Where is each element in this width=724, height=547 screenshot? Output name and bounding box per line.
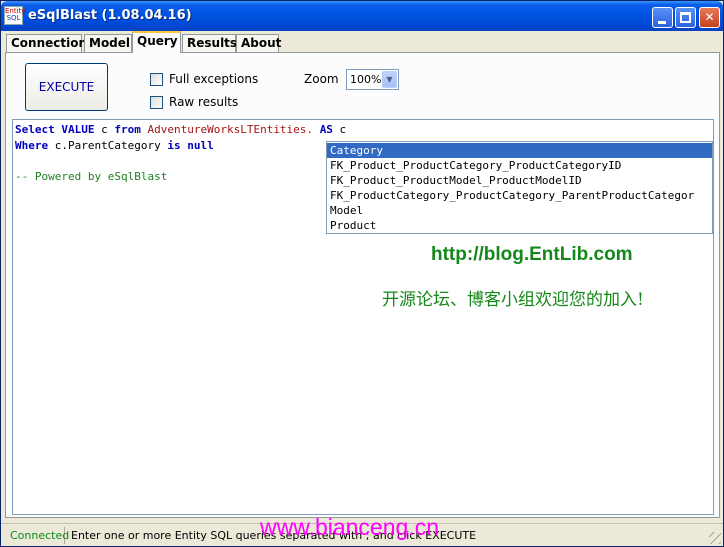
minimize-button[interactable] [652,7,673,28]
code-text: c [332,123,347,136]
code-comment: -- Powered by eSqlBlast [15,170,168,183]
title-bar[interactable]: Entity SQL eSqlBlast (1.08.04.16) ✕ [1,1,723,31]
code-line-1: Select VALUE c from AdventureWorksLTEnti… [15,123,346,137]
keyword-where: Where [15,139,49,152]
keyword-is-null: is null [167,139,214,152]
zoom-select[interactable]: 100% ▼ [346,69,399,90]
watermark-chinese-text: 开源论坛、博客小组欢迎您的加入! [382,290,644,310]
tab-label: Query [137,34,178,48]
connection-status: Connected [5,527,69,544]
zoom-value: 100% [350,73,382,86]
zoom-label: Zoom [304,72,339,86]
raw-results-box[interactable] [150,96,163,109]
tab-label: About [241,36,282,50]
autocomplete-item[interactable]: FK_Product_ProductModel_ProductModelID [327,173,712,188]
code-text: c.ParentCategory [48,139,168,152]
keyword-from: from [114,123,141,136]
execute-button[interactable]: EXECUTE [25,63,108,111]
watermark-url: http://blog.EntLib.com [431,244,633,265]
tab-label: Connection [11,36,88,50]
window-title: eSqlBlast (1.08.04.16) [28,8,192,23]
app-window: Entity SQL eSqlBlast (1.08.04.16) ✕ Conn… [0,0,724,547]
entity-container-name: AdventureWorksLTEntities. [147,123,314,136]
app-icon: Entity SQL [4,6,25,25]
code-line-2: Where c.ParentCategory is null [15,139,214,153]
tab-connection[interactable]: Connection [6,34,87,53]
tab-query[interactable]: Query [132,31,181,53]
watermark-bottom: www.bianceng.cn [260,514,439,540]
autocomplete-item[interactable]: Product [327,218,712,233]
tab-results[interactable]: Results [182,34,238,53]
keyword-select-value: Select VALUE [15,123,95,136]
tab-about[interactable]: About [236,34,282,53]
maximize-button[interactable] [675,7,696,28]
autocomplete-item[interactable]: Category [327,143,712,158]
chevron-down-icon[interactable]: ▼ [382,71,397,88]
close-icon: ✕ [704,10,715,24]
minimize-icon [658,21,666,24]
tab-label: Results [187,36,238,50]
autocomplete-list[interactable]: Category FK_Product_ProductCategory_Prod… [326,141,713,234]
resize-grip-icon[interactable] [709,532,721,544]
autocomplete-item[interactable]: FK_Product_ProductCategory_ProductCatego… [327,158,712,173]
maximize-icon [680,12,691,23]
tab-model[interactable]: Model [84,34,132,53]
tab-label: Model [89,36,131,50]
autocomplete-item[interactable]: Model [327,203,712,218]
autocomplete-item[interactable]: FK_ProductCategory_ProductCategory_Paren… [327,188,712,203]
close-button[interactable]: ✕ [699,7,720,28]
app-icon-text-sql: SQL [6,14,21,22]
raw-results-label: Raw results [169,95,239,109]
full-exceptions-box[interactable] [150,73,163,86]
keyword-as: AS [319,123,333,136]
code-text: c [94,123,115,136]
full-exceptions-label: Full exceptions [169,72,259,86]
